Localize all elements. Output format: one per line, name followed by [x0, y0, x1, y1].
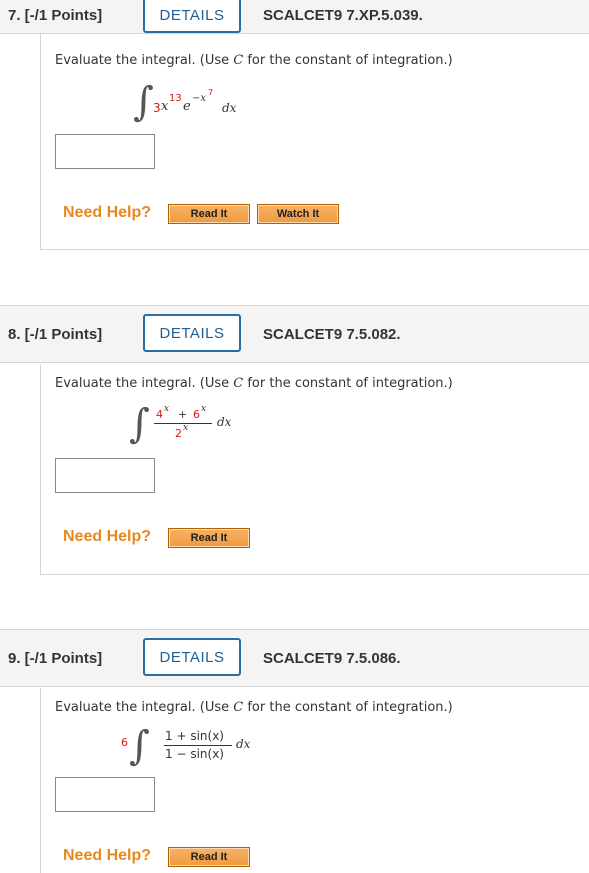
question-code: SCALCET9 7.5.086.	[263, 650, 401, 667]
question-body: Evaluate the integral. (Use C for the co…	[40, 34, 589, 250]
numerator-4: 4	[156, 408, 163, 421]
integrand-e: e	[183, 99, 191, 114]
question-prompt: Evaluate the integral. (Use C for the co…	[55, 700, 453, 715]
details-button[interactable]: DETAILS	[143, 638, 241, 676]
integrand-dx: dx	[236, 737, 251, 751]
numerator: 1 + sin(x)	[165, 729, 224, 743]
answer-input[interactable]	[55, 134, 155, 169]
question-number: 9. [-/1 Points]	[8, 650, 103, 667]
answer-input[interactable]	[55, 777, 155, 812]
question-number: 7. [-/1 Points]	[8, 7, 103, 24]
numerator-6: 6	[193, 408, 200, 421]
need-help-label: Need Help?	[63, 847, 152, 864]
integral-sign: ∫	[129, 723, 150, 769]
denominator-exponent: x	[183, 423, 189, 433]
question-header: 7. [-/1 Points] DETAILS SCALCET9 7.XP.5.…	[0, 0, 589, 34]
fraction-bar	[164, 745, 232, 746]
integral-sign: ∫	[133, 79, 154, 125]
numerator-6-exponent: x	[201, 404, 207, 414]
question-prompt: Evaluate the integral. (Use C for the co…	[55, 53, 453, 68]
question-code: SCALCET9 7.XP.5.039.	[263, 7, 423, 24]
integrand-dx: dx	[222, 101, 237, 115]
integrand-coefficient: 3	[153, 101, 161, 115]
denominator: 1 − sin(x)	[165, 747, 224, 761]
read-it-button[interactable]: Read It	[168, 847, 250, 867]
integrand-exponent: 13	[169, 93, 182, 104]
question-body: Evaluate the integral. (Use C for the co…	[40, 364, 589, 575]
integral-sign: ∫	[129, 401, 150, 447]
denominator-2: 2	[175, 427, 182, 440]
details-button[interactable]: DETAILS	[143, 0, 241, 33]
upper-limit: 6	[121, 736, 128, 749]
need-help-label: Need Help?	[63, 528, 152, 545]
read-it-button[interactable]: Read It	[168, 528, 250, 548]
integrand-e-exponent: −x	[192, 93, 207, 104]
integral-expression: 6 ∫ 1 + sin(x) 1 − sin(x) dx	[121, 726, 271, 776]
question-header: 8. [-/1 Points] DETAILS SCALCET9 7.5.082…	[0, 305, 589, 363]
integrand-variable: x	[161, 99, 169, 114]
numerator-4-exponent: x	[164, 404, 170, 414]
question-number: 8. [-/1 Points]	[8, 326, 103, 343]
integral-expression: ∫ 3 x 13 e −x 7 dx	[133, 79, 293, 128]
answer-input[interactable]	[55, 458, 155, 493]
integrand-dx: dx	[217, 415, 232, 429]
watch-it-button[interactable]: Watch It	[257, 204, 339, 224]
integrand-e-exponent-sup: 7	[208, 88, 214, 97]
question-code: SCALCET9 7.5.082.	[263, 326, 401, 343]
question-body: Evaluate the integral. (Use C for the co…	[40, 688, 589, 873]
question-header: 9. [-/1 Points] DETAILS SCALCET9 7.5.086…	[0, 629, 589, 687]
integral-expression: ∫ 4 x + 6 x 2 x dx	[129, 402, 269, 452]
details-button[interactable]: DETAILS	[143, 314, 241, 352]
read-it-button[interactable]: Read It	[168, 204, 250, 224]
numerator-plus: +	[178, 408, 188, 421]
need-help-label: Need Help?	[63, 204, 152, 221]
question-prompt: Evaluate the integral. (Use C for the co…	[55, 376, 453, 391]
